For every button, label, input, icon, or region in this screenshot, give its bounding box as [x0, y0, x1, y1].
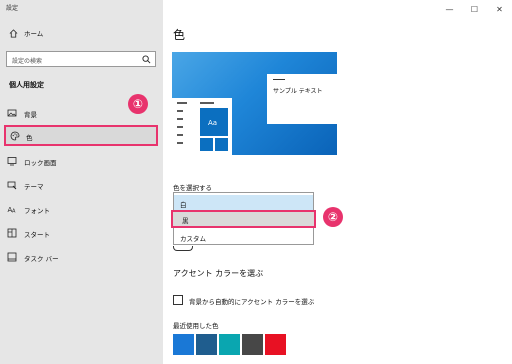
sidebar-item-label: 色 — [26, 134, 33, 142]
recent-colors — [173, 334, 286, 355]
toggle-switch[interactable] — [173, 246, 193, 251]
dropdown-option-black[interactable]: 黒 — [171, 210, 316, 228]
sidebar-item-label: テーマ — [24, 183, 44, 191]
window-controls: — ☐ ✕ — [437, 0, 512, 18]
preview-tile — [200, 138, 213, 151]
minimize-button[interactable]: — — [437, 0, 462, 18]
annotation-marker-2: ② — [323, 207, 343, 227]
preview-tile: Aa — [200, 108, 228, 136]
preview-window-bar — [273, 79, 285, 80]
home-label: ホーム — [24, 30, 44, 38]
preview-window: サンプル テキスト — [267, 74, 337, 124]
auto-accent-label[interactable]: 背景から自動的にアクセント カラーを選ぶ — [189, 296, 314, 306]
preview-line — [177, 102, 187, 104]
sidebar-item-colors[interactable]: 色 — [4, 125, 158, 146]
preview-line — [177, 118, 183, 120]
dropdown-option-label: 黒 — [182, 217, 189, 225]
color-swatch[interactable] — [265, 334, 286, 355]
accent-color-title: アクセント カラーを選ぶ — [173, 269, 264, 278]
preview-tile-text: Aa — [208, 119, 218, 127]
sidebar-item-lock-screen[interactable]: ロック画面 — [0, 152, 163, 170]
color-swatch[interactable] — [173, 334, 194, 355]
home-link[interactable]: ホーム — [9, 28, 43, 38]
preview-line — [177, 134, 183, 136]
sidebar-item-label: タスク バー — [24, 255, 59, 263]
lock-screen-icon — [7, 157, 17, 166]
search-icon[interactable] — [142, 55, 151, 64]
maximize-button[interactable]: ☐ — [462, 0, 487, 18]
home-icon — [9, 28, 18, 38]
choose-color-label: 色を選択する — [173, 184, 212, 192]
sidebar-item-start[interactable]: スタート — [0, 224, 163, 242]
sidebar-item-fonts[interactable]: A A フォント — [0, 200, 163, 218]
sidebar-item-label: 背景 — [24, 111, 37, 119]
window-title: 設定 — [6, 5, 19, 12]
search-placeholder: 設定の検索 — [12, 58, 43, 65]
main-content: — ☐ ✕ 色 Aa サンプル テキスト 色を選択する 白 黒 カスタム ② ア… — [163, 0, 512, 364]
dropdown-option-custom[interactable]: カスタム — [174, 229, 313, 245]
recent-colors-label: 最近使用した色 — [173, 322, 219, 330]
section-title: 個人用設定 — [9, 81, 44, 89]
image-icon — [7, 109, 17, 117]
sidebar-item-taskbar[interactable]: タスク バー — [0, 248, 163, 266]
color-preview: Aa サンプル テキスト — [172, 52, 337, 155]
sidebar-item-label: スタート — [24, 231, 50, 239]
color-mode-dropdown[interactable]: 白 黒 カスタム — [171, 192, 316, 245]
auto-accent-checkbox[interactable] — [173, 295, 183, 305]
dropdown-option-white[interactable]: 白 — [174, 195, 313, 211]
taskbar-icon — [7, 252, 17, 262]
preview-line — [177, 110, 183, 112]
preview-line — [177, 142, 183, 144]
color-swatch[interactable] — [219, 334, 240, 355]
preview-start-menu: Aa — [172, 98, 232, 155]
sidebar-item-label: フォント — [24, 207, 50, 215]
svg-text:A: A — [12, 209, 16, 215]
start-icon — [7, 228, 17, 238]
preview-line — [200, 102, 214, 104]
sidebar-item-label: ロック画面 — [24, 159, 57, 167]
font-icon: A A — [8, 206, 17, 215]
page-title: 色 — [173, 28, 186, 42]
search-input[interactable]: 設定の検索 — [6, 51, 156, 67]
color-swatch[interactable] — [196, 334, 217, 355]
annotation-marker-1: ① — [128, 94, 148, 114]
dropdown-option-label: 白 — [180, 201, 187, 209]
preview-window-text: サンプル テキスト — [273, 88, 323, 95]
sidebar: 設定 ホーム 設定の検索 個人用設定 背景 色 ロック画面 テーマ A A フォ… — [0, 0, 163, 364]
sidebar-item-themes[interactable]: テーマ — [0, 176, 163, 194]
close-button[interactable]: ✕ — [487, 0, 512, 18]
brush-icon — [7, 181, 17, 190]
dropdown-option-label: カスタム — [180, 235, 206, 243]
preview-tile — [215, 138, 228, 151]
preview-line — [177, 126, 183, 128]
color-swatch[interactable] — [242, 334, 263, 355]
palette-icon — [10, 131, 20, 141]
